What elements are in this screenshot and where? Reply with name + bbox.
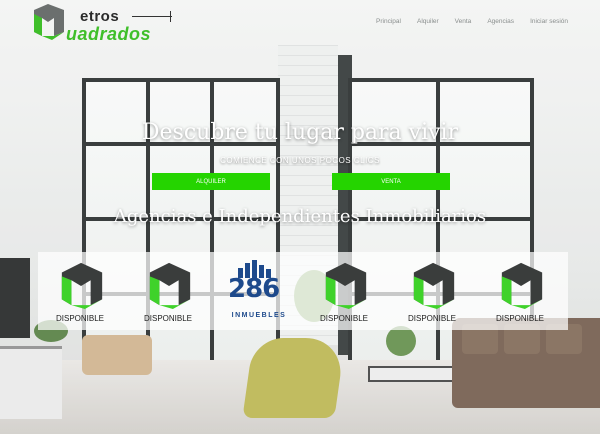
- agency-label: DISPONIBLE: [55, 314, 104, 323]
- agency-label: DISPONIBLE: [407, 314, 456, 323]
- agency-logo-icon: [149, 262, 191, 309]
- hero-title: Descubre tu lugar para vivir: [141, 120, 459, 145]
- agency-card-286-inmuebles[interactable]: 286 INMUEBLES: [224, 258, 294, 324]
- agency-card-2[interactable]: DISPONIBLE: [138, 255, 198, 327]
- agency-logo-icon: [61, 262, 103, 309]
- agency-card-5[interactable]: DISPONIBLE: [402, 255, 462, 327]
- agency-label: DISPONIBLE: [495, 314, 544, 323]
- nav-iniciar-sesion[interactable]: Iniciar sesión: [530, 18, 568, 25]
- alquiler-button[interactable]: ALQUILER: [152, 173, 270, 190]
- nav-venta[interactable]: Venta: [455, 18, 472, 25]
- agency-card-6[interactable]: DISPONIBLE: [490, 255, 550, 327]
- agency-label: DISPONIBLE: [319, 314, 368, 323]
- agency-286-number: 286: [228, 274, 280, 304]
- nav-principal[interactable]: Principal: [376, 18, 401, 25]
- logo-word-metros: etros: [80, 8, 120, 25]
- logo-m-icon: [34, 4, 64, 40]
- agency-logo-icon: [413, 262, 455, 309]
- hero-subtitle: COMIENCE CON UNOS POCOS CLICS: [220, 156, 380, 165]
- agency-card-1[interactable]: DISPONIBLE: [50, 255, 110, 327]
- logo-arrow: [132, 16, 172, 17]
- agency-286-inmuebles: INMUEBLES: [231, 312, 287, 319]
- agency-logo-icon: [325, 262, 367, 309]
- agency-logo-icon: [501, 262, 543, 309]
- venta-button[interactable]: VENTA: [332, 173, 450, 190]
- agency-label: DISPONIBLE: [143, 314, 192, 323]
- site-logo[interactable]: etros uadrados: [30, 2, 180, 44]
- logo-word-cuadrados: uadrados: [66, 24, 152, 44]
- nav-alquiler[interactable]: Alquiler: [417, 18, 439, 25]
- main-nav: Principal Alquiler Venta Agencias Inicia…: [376, 18, 568, 25]
- agency-card-4[interactable]: DISPONIBLE: [314, 255, 374, 327]
- nav-agencias[interactable]: Agencias: [487, 18, 514, 25]
- agencies-title: Agencias e Independientes Inmobiliarios: [113, 206, 487, 227]
